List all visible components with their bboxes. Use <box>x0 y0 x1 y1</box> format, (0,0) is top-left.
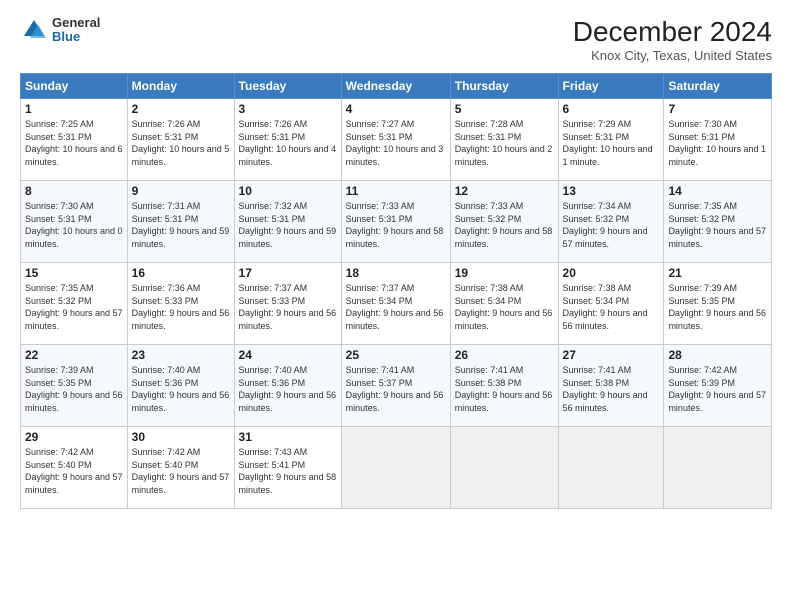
day-4: 4 Sunrise: 7:27 AMSunset: 5:31 PMDayligh… <box>341 99 450 181</box>
day-2: 2 Sunrise: 7:26 AMSunset: 5:31 PMDayligh… <box>127 99 234 181</box>
day-19: 19 Sunrise: 7:38 AMSunset: 5:34 PMDaylig… <box>450 263 558 345</box>
day-1: 1 Sunrise: 7:25 AMSunset: 5:31 PMDayligh… <box>21 99 128 181</box>
day-8: 8 Sunrise: 7:30 AMSunset: 5:31 PMDayligh… <box>21 181 128 263</box>
logo-general: General <box>52 16 100 30</box>
day-16: 16 Sunrise: 7:36 AMSunset: 5:33 PMDaylig… <box>127 263 234 345</box>
week-1-actual: 1 Sunrise: 7:25 AMSunset: 5:31 PMDayligh… <box>21 99 772 181</box>
day-28: 28 Sunrise: 7:42 AMSunset: 5:39 PMDaylig… <box>664 345 772 427</box>
logo: General Blue <box>20 16 100 45</box>
calendar-table: Sunday Monday Tuesday Wednesday Thursday… <box>20 73 772 509</box>
day-25: 25 Sunrise: 7:41 AMSunset: 5:37 PMDaylig… <box>341 345 450 427</box>
day-7b: 7 Sunrise: 7:30 AMSunset: 5:31 PMDayligh… <box>664 99 772 181</box>
day-20: 20 Sunrise: 7:38 AMSunset: 5:34 PMDaylig… <box>558 263 664 345</box>
week-4: 22 Sunrise: 7:39 AMSunset: 5:35 PMDaylig… <box>21 345 772 427</box>
header-wednesday: Wednesday <box>341 74 450 99</box>
day-17: 17 Sunrise: 7:37 AMSunset: 5:33 PMDaylig… <box>234 263 341 345</box>
logo-icon <box>20 16 48 44</box>
day-30: 30 Sunrise: 7:42 AMSunset: 5:40 PMDaylig… <box>127 427 234 509</box>
day-11: 11 Sunrise: 7:33 AMSunset: 5:31 PMDaylig… <box>341 181 450 263</box>
header: General Blue December 2024 Knox City, Te… <box>20 16 772 63</box>
day-18: 18 Sunrise: 7:37 AMSunset: 5:34 PMDaylig… <box>341 263 450 345</box>
day-3: 3 Sunrise: 7:26 AMSunset: 5:31 PMDayligh… <box>234 99 341 181</box>
empty-cell <box>558 427 664 509</box>
day-6b: 6 Sunrise: 7:29 AMSunset: 5:31 PMDayligh… <box>558 99 664 181</box>
day-21: 21 Sunrise: 7:39 AMSunset: 5:35 PMDaylig… <box>664 263 772 345</box>
logo-blue: Blue <box>52 30 100 44</box>
day-31: 31 Sunrise: 7:43 AMSunset: 5:41 PMDaylig… <box>234 427 341 509</box>
day-5b: 5 Sunrise: 7:28 AMSunset: 5:31 PMDayligh… <box>450 99 558 181</box>
day-14: 14 Sunrise: 7:35 AMSunset: 5:32 PMDaylig… <box>664 181 772 263</box>
day-13: 13 Sunrise: 7:34 AMSunset: 5:32 PMDaylig… <box>558 181 664 263</box>
calendar-header: Sunday Monday Tuesday Wednesday Thursday… <box>21 74 772 99</box>
header-friday: Friday <box>558 74 664 99</box>
title-block: December 2024 Knox City, Texas, United S… <box>573 16 772 63</box>
header-sunday: Sunday <box>21 74 128 99</box>
day-27: 27 Sunrise: 7:41 AMSunset: 5:38 PMDaylig… <box>558 345 664 427</box>
empty-cell <box>341 427 450 509</box>
week-5: 29 Sunrise: 7:42 AMSunset: 5:40 PMDaylig… <box>21 427 772 509</box>
logo-text: General Blue <box>52 16 100 45</box>
header-monday: Monday <box>127 74 234 99</box>
day-23: 23 Sunrise: 7:40 AMSunset: 5:36 PMDaylig… <box>127 345 234 427</box>
header-tuesday: Tuesday <box>234 74 341 99</box>
page-container: General Blue December 2024 Knox City, Te… <box>0 0 792 612</box>
day-15: 15 Sunrise: 7:35 AMSunset: 5:32 PMDaylig… <box>21 263 128 345</box>
day-24: 24 Sunrise: 7:40 AMSunset: 5:36 PMDaylig… <box>234 345 341 427</box>
empty-cell <box>664 427 772 509</box>
day-10: 10 Sunrise: 7:32 AMSunset: 5:31 PMDaylig… <box>234 181 341 263</box>
day-22: 22 Sunrise: 7:39 AMSunset: 5:35 PMDaylig… <box>21 345 128 427</box>
day-26: 26 Sunrise: 7:41 AMSunset: 5:38 PMDaylig… <box>450 345 558 427</box>
subtitle: Knox City, Texas, United States <box>573 48 772 63</box>
calendar-body: 1 Sunrise: 7:25 AMSunset: 5:31 PMDayligh… <box>21 99 772 509</box>
week-3: 15 Sunrise: 7:35 AMSunset: 5:32 PMDaylig… <box>21 263 772 345</box>
main-title: December 2024 <box>573 16 772 48</box>
day-9: 9 Sunrise: 7:31 AMSunset: 5:31 PMDayligh… <box>127 181 234 263</box>
header-thursday: Thursday <box>450 74 558 99</box>
day-29: 29 Sunrise: 7:42 AMSunset: 5:40 PMDaylig… <box>21 427 128 509</box>
header-saturday: Saturday <box>664 74 772 99</box>
empty-cell <box>450 427 558 509</box>
week-2: 8 Sunrise: 7:30 AMSunset: 5:31 PMDayligh… <box>21 181 772 263</box>
day-12: 12 Sunrise: 7:33 AMSunset: 5:32 PMDaylig… <box>450 181 558 263</box>
